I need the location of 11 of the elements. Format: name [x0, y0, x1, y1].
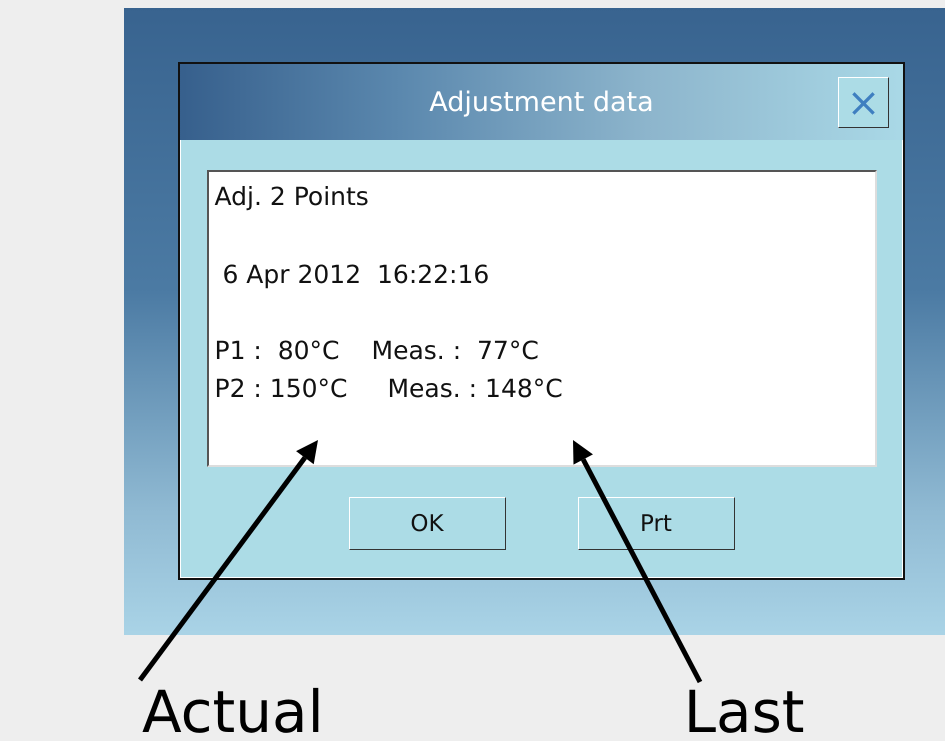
annotation-label: Last — [684, 683, 806, 741]
measured-text: Meas. : 77°C — [372, 335, 539, 367]
print-button[interactable]: Prt — [578, 497, 734, 550]
ok-button[interactable]: OK — [348, 497, 506, 550]
setpoint-text: P2 : 150°C — [214, 373, 348, 405]
measured-text: Meas. : 148°C — [387, 373, 563, 405]
setpoint-text: P1 : 80°C — [214, 335, 340, 367]
window-title: Adjustment data — [429, 86, 654, 118]
timestamp-text: 6 Apr 2012 16:22:16 — [221, 259, 490, 291]
heading-text: Adj. 2 Points — [214, 181, 369, 213]
annotation-label: Actual — [142, 683, 325, 741]
